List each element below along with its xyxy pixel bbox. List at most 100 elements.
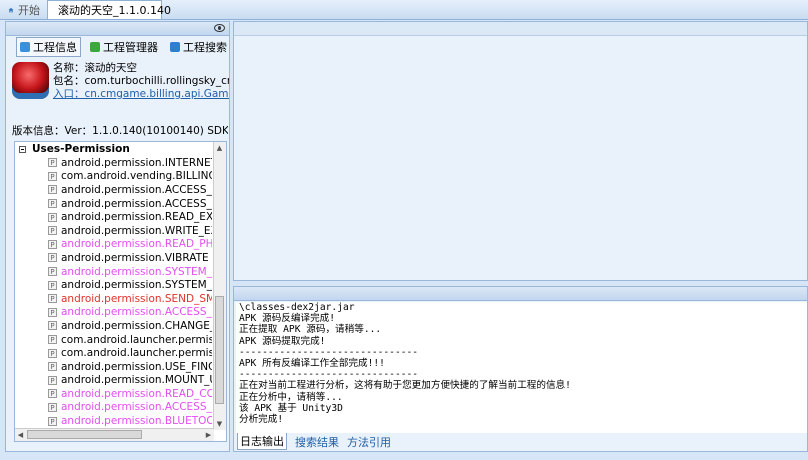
code-view-panel[interactable]: [233, 21, 808, 281]
permission-item[interactable]: Pandroid.permission.INTERNET: [48, 156, 212, 170]
document-tab-bar: 开始 滚动的天空_1.1.0.140: [0, 0, 808, 20]
collapse-icon[interactable]: [19, 145, 26, 153]
permission-icon: P: [48, 212, 57, 222]
permission-item[interactable]: Pandroid.permission.CHANGE_NETW: [48, 319, 212, 333]
log-line: APK 源码提取完成!: [239, 335, 326, 347]
log-line: 正在分析中，请稍等...: [239, 391, 343, 403]
permission-item[interactable]: Pandroid.permission.READ_CONTAC: [48, 387, 212, 401]
eye-icon[interactable]: [214, 24, 225, 32]
permission-label: android.permission.USE_FINGERPR: [61, 360, 212, 373]
permission-tree[interactable]: Uses-Permission Pandroid.permission.INTE…: [14, 141, 227, 442]
permission-icon: P: [48, 158, 57, 168]
tab-home[interactable]: 开始: [2, 1, 46, 18]
log-line: APK 所有反编译工作全部完成!!!: [239, 358, 385, 370]
permission-item[interactable]: Pandroid.permission.ACCESS_COAR: [48, 306, 212, 320]
permission-item[interactable]: Pandroid.permission.SEND_SMS: [48, 292, 212, 306]
permission-item[interactable]: Pandroid.permission.USE_FINGERPR: [48, 360, 212, 374]
permission-icon: P: [48, 416, 57, 426]
manager-icon: [90, 42, 100, 52]
permission-icon: P: [48, 239, 57, 249]
tree-root-label: Uses-Permission: [32, 143, 130, 155]
permission-item[interactable]: Pcom.android.launcher.permission.R: [48, 441, 212, 442]
permission-icon: P: [48, 171, 57, 181]
permission-item[interactable]: Pandroid.permission.SYSTEM_ALERT: [48, 265, 212, 279]
permission-item[interactable]: Pandroid.permission.READ_PHONE_: [48, 238, 212, 252]
permission-item[interactable]: Pandroid.permission.MOUNT_UNMO: [48, 374, 212, 388]
tab-project[interactable]: 滚动的天空_1.1.0.140: [47, 0, 171, 19]
permission-label: android.permission.WRITE_EXTERN: [61, 224, 212, 237]
tab-project-manager[interactable]: 工程管理器: [87, 38, 161, 56]
permission-icon: P: [48, 294, 57, 304]
tree-root[interactable]: Uses-Permission: [19, 143, 130, 155]
app-name: 名称：滚动的天空: [53, 62, 137, 74]
horizontal-scrollbar[interactable]: ◀ ▶: [15, 428, 214, 441]
permission-icon: P: [48, 402, 57, 412]
permission-item[interactable]: Pcom.android.vending.BILLING: [48, 170, 212, 184]
permission-label: android.permission.SEND_SMS: [61, 292, 212, 305]
log-line: -------------------------------: [239, 369, 419, 381]
log-line: APK 源码反编译完成!: [239, 313, 336, 325]
permission-item[interactable]: Pandroid.permission.BLUETOOTH: [48, 414, 212, 428]
permission-icon: P: [48, 280, 57, 290]
permission-label: android.permission.READ_CONTAC: [61, 387, 212, 400]
permission-icon: P: [48, 199, 57, 209]
permission-item[interactable]: Pandroid.permission.ACCESS_WIFI_: [48, 197, 212, 211]
left-tab-strip: 工程信息 工程管理器 工程搜索: [16, 37, 227, 57]
permission-icon: P: [48, 267, 57, 277]
tab-project-search[interactable]: 工程搜索: [167, 38, 230, 56]
permission-label: android.permission.ACCESS_COAR: [61, 306, 212, 319]
permission-item[interactable]: Pcom.android.launcher.permission.U: [48, 346, 212, 360]
output-tab-strip: 日志输出 搜索结果 方法引用: [237, 433, 399, 450]
permission-icon: P: [48, 375, 57, 385]
scroll-down-icon[interactable]: ▼: [214, 419, 225, 429]
permission-item[interactable]: Pandroid.permission.WRITE_EXTERN: [48, 224, 212, 238]
permission-label: android.permission.READ_EXTERN: [61, 211, 212, 224]
version-info: 版本信息：Ver：1.1.0.140(10100140) SDK：15 T...: [12, 125, 228, 137]
log-line: 分析完成!: [239, 414, 284, 426]
tab-project-manager-label: 工程管理器: [103, 41, 158, 54]
permission-label: com.android.launcher.permission.IN: [61, 333, 212, 346]
permission-icon: P: [48, 321, 57, 331]
vertical-scroll-thumb[interactable]: [215, 296, 224, 404]
scroll-left-icon[interactable]: ◀: [15, 430, 26, 440]
permission-icon: P: [48, 253, 57, 263]
permission-item[interactable]: Pandroid.permission.SYSTEM_OVER: [48, 278, 212, 292]
vertical-scrollbar[interactable]: ▲ ▼: [213, 142, 226, 430]
tab-project-info[interactable]: 工程信息: [16, 37, 81, 57]
tab-project-label: 滚动的天空_1.1.0.140: [58, 4, 171, 17]
log-line: -------------------------------: [239, 346, 419, 358]
permission-icon: P: [48, 226, 57, 236]
output-header: [234, 287, 807, 301]
permission-label: com.android.launcher.permission.U: [61, 347, 212, 360]
tab-log-output[interactable]: 日志输出: [237, 433, 287, 450]
log-line: 该 APK 基于 Unity3D: [239, 402, 343, 414]
permission-label: android.permission.SYSTEM_OVER: [61, 279, 212, 292]
tab-search-results[interactable]: 搜索结果: [295, 434, 339, 450]
tab-project-info-label: 工程信息: [33, 41, 77, 54]
permission-icon: P: [48, 389, 57, 399]
info-icon: [20, 42, 30, 52]
scroll-right-icon[interactable]: ▶: [203, 430, 214, 440]
permission-label: android.permission.ACCESS_FINE_: [61, 401, 212, 414]
horizontal-scroll-thumb[interactable]: [27, 430, 142, 439]
log-output[interactable]: \classes-dex2jar.jar APK 源码反编译完成! 正在提取 APK…: [236, 302, 807, 433]
permission-icon: P: [48, 335, 57, 345]
permission-label: android.permission.CHANGE_NETW: [61, 319, 212, 332]
permission-item[interactable]: Pcom.android.launcher.permission.IN: [48, 333, 212, 347]
panel-header: [6, 22, 229, 36]
app-icon: [12, 62, 49, 99]
project-info-panel: 工程信息 工程管理器 工程搜索 名称：滚动的天空 包名：com.turbochi…: [5, 21, 230, 452]
permission-label: android.permission.MOUNT_UNMO: [61, 374, 212, 387]
permission-item[interactable]: Pandroid.permission.ACCESS_FINE_: [48, 401, 212, 415]
scroll-up-icon[interactable]: ▲: [214, 143, 225, 153]
permission-item[interactable]: Pandroid.permission.ACCESS_NETW: [48, 183, 212, 197]
tab-method-references[interactable]: 方法引用: [347, 434, 391, 450]
log-line: 正在提取 APK 源码，请稍等...: [239, 324, 382, 336]
code-view-header: [234, 22, 807, 36]
permission-label: android.permission.VIBRATE: [61, 251, 209, 264]
permission-item[interactable]: Pandroid.permission.VIBRATE: [48, 251, 212, 265]
entry-link[interactable]: cn.cmgame.billing.api.GameOpe...: [85, 88, 230, 100]
permission-item[interactable]: Pandroid.permission.READ_EXTERN: [48, 210, 212, 224]
permission-icon: P: [48, 348, 57, 358]
home-icon: [8, 7, 14, 12]
